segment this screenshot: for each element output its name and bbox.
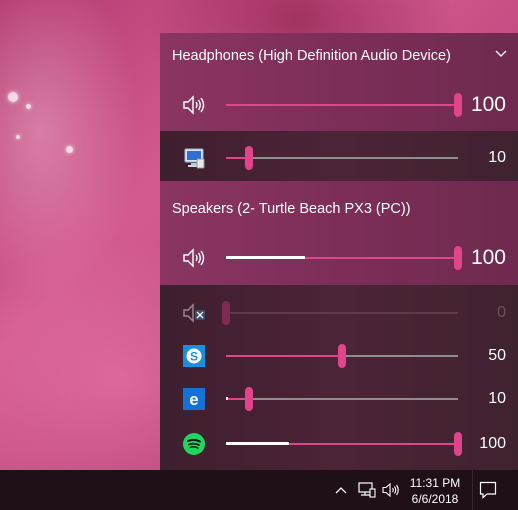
svg-text:e: e xyxy=(189,390,198,409)
volume-slider[interactable] xyxy=(226,432,462,456)
volume-value: 100 xyxy=(470,246,506,269)
system-sounds-icon[interactable] xyxy=(182,146,206,170)
volume-mixer-flyout: Headphones (High Definition Audio Device… xyxy=(160,33,518,470)
device-name[interactable]: Speakers (2- Turtle Beach PX3 (PC)) xyxy=(172,201,411,217)
slider-thumb[interactable] xyxy=(222,301,230,325)
volume-value: 100 xyxy=(470,93,506,116)
peak-meter xyxy=(226,442,289,445)
chevron-down-icon[interactable] xyxy=(494,49,508,59)
volume-slider[interactable] xyxy=(226,344,458,368)
master-volume-row-headphones: 100 xyxy=(160,85,518,125)
clock-date: 6/6/2018 xyxy=(411,492,459,506)
volume-value: 0 xyxy=(497,304,506,321)
volume-value: 100 xyxy=(479,435,506,452)
app-volume-row: e 10 xyxy=(160,379,518,419)
slider-thumb[interactable] xyxy=(454,432,462,456)
speaker-icon[interactable] xyxy=(182,246,206,270)
slider-fill xyxy=(226,355,342,357)
slider-thumb[interactable] xyxy=(454,93,462,117)
volume-slider[interactable] xyxy=(226,146,458,170)
skype-icon[interactable]: S xyxy=(182,344,206,368)
slider-thumb[interactable] xyxy=(454,246,462,270)
action-center-icon[interactable] xyxy=(479,481,497,499)
water-drop xyxy=(16,135,20,139)
app-volumes-headphones: 10 xyxy=(160,131,518,181)
device-headphones-section: Headphones (High Definition Audio Device… xyxy=(160,33,518,131)
water-drop xyxy=(66,146,73,153)
app-volume-row: S 50 xyxy=(160,336,518,376)
water-drop xyxy=(26,104,31,109)
slider-thumb[interactable] xyxy=(245,387,254,411)
edge-icon[interactable]: e xyxy=(182,387,206,411)
muted-app-icon[interactable] xyxy=(182,301,206,325)
peak-meter xyxy=(226,256,305,259)
slider-fill xyxy=(226,104,458,106)
spotify-icon[interactable] xyxy=(182,432,206,456)
volume-value: 50 xyxy=(488,347,506,364)
volume-icon[interactable] xyxy=(382,482,400,498)
app-volume-row: 0 xyxy=(160,293,518,333)
taskbar-divider xyxy=(472,470,473,510)
volume-slider[interactable] xyxy=(226,93,462,117)
app-volumes-speakers: 0 S 50 e 10 100 xyxy=(160,285,518,470)
app-volume-row: 100 xyxy=(160,424,518,464)
volume-slider[interactable] xyxy=(226,387,458,411)
slider-thumb[interactable] xyxy=(245,146,254,170)
volume-value: 10 xyxy=(488,149,506,166)
volume-value: 10 xyxy=(488,390,506,407)
water-drop xyxy=(8,92,18,102)
device-speakers-section: Speakers (2- Turtle Beach PX3 (PC)) 100 xyxy=(160,181,518,285)
speaker-icon[interactable] xyxy=(182,93,206,117)
master-volume-row-speakers: 100 xyxy=(160,238,518,278)
svg-text:S: S xyxy=(190,350,198,364)
volume-slider[interactable] xyxy=(222,301,458,325)
taskbar: 11:31 PM 6/6/2018 xyxy=(0,470,518,510)
volume-slider[interactable] xyxy=(226,246,462,270)
taskbar-clock[interactable]: 11:31 PM 6/6/2018 xyxy=(403,475,467,507)
network-icon[interactable] xyxy=(358,482,376,498)
peak-meter xyxy=(226,397,229,400)
chevron-up-icon[interactable] xyxy=(335,486,347,494)
device-name[interactable]: Headphones (High Definition Audio Device… xyxy=(172,48,451,64)
clock-time: 11:31 PM xyxy=(409,476,461,490)
app-volume-row: 10 xyxy=(160,138,518,178)
slider-thumb[interactable] xyxy=(338,344,346,368)
